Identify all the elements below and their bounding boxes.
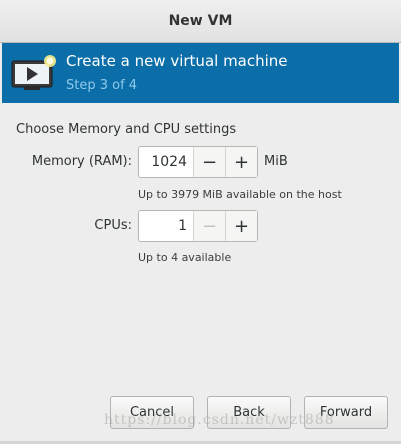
cpus-increment-button[interactable]: +	[225, 211, 257, 241]
cpus-hint: Up to 4 available	[138, 251, 232, 264]
memory-spinbox[interactable]: 1024 − +	[138, 146, 258, 178]
forward-button[interactable]: Forward	[304, 396, 388, 429]
memory-decrement-button[interactable]: −	[193, 147, 225, 177]
monitor-play-icon	[11, 55, 56, 90]
cpus-label: CPUs:	[94, 218, 132, 233]
cpus-value[interactable]: 1	[139, 211, 193, 241]
window-title: New VM	[168, 13, 233, 29]
wizard-banner: Create a new virtual machine Step 3 of 4	[2, 43, 399, 103]
cpus-decrement-button[interactable]: −	[193, 211, 225, 241]
memory-hint: Up to 3979 MiB available on the host	[138, 188, 342, 201]
memory-value[interactable]: 1024	[139, 147, 193, 177]
back-button[interactable]: Back	[207, 396, 291, 429]
memory-label: Memory (RAM):	[31, 154, 132, 169]
memory-unit: MiB	[264, 154, 288, 169]
window-titlebar: New VM	[0, 0, 401, 43]
cancel-button[interactable]: Cancel	[110, 396, 194, 429]
cpus-spinbox[interactable]: 1 − +	[138, 210, 258, 242]
section-heading: Choose Memory and CPU settings	[16, 122, 237, 137]
banner-step: Step 3 of 4	[66, 78, 138, 93]
memory-increment-button[interactable]: +	[225, 147, 257, 177]
banner-title: Create a new virtual machine	[66, 52, 288, 70]
